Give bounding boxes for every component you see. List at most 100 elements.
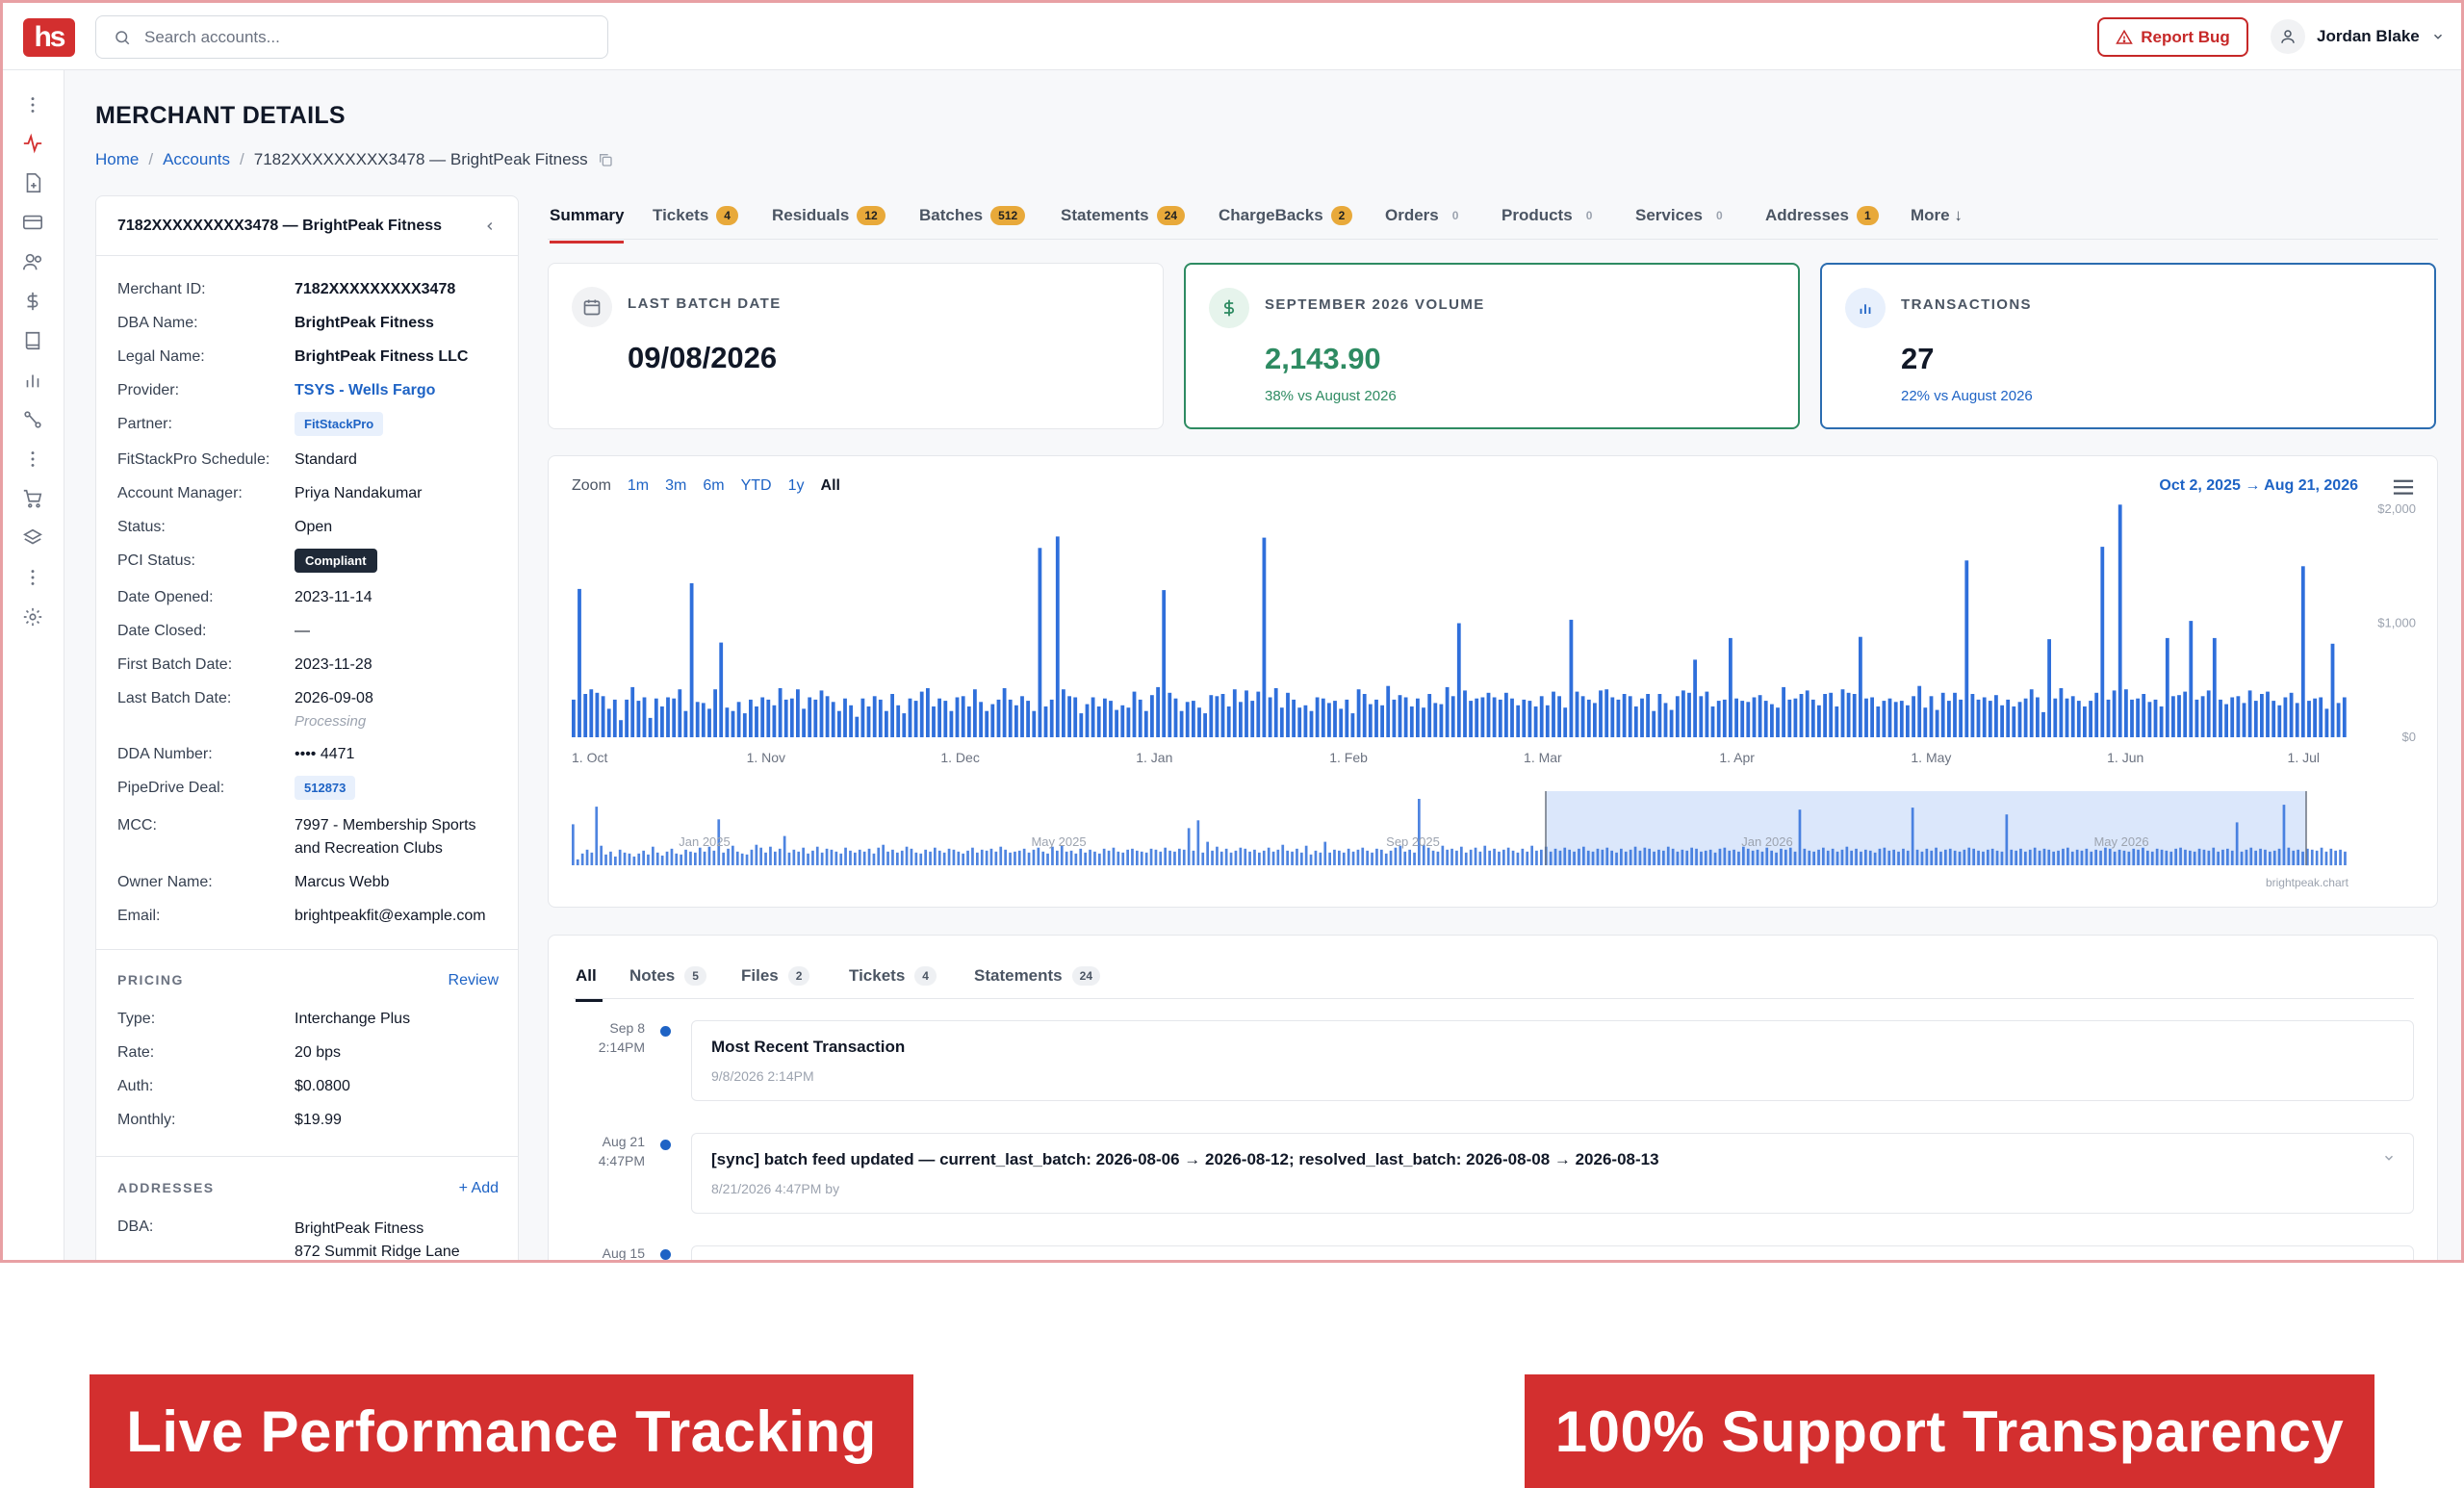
chart-bar (1197, 707, 1201, 737)
email-value[interactable]: brightpeakfit@example.com (295, 908, 486, 925)
zoom-6m[interactable]: 6m (703, 477, 724, 495)
pipedrive-chip[interactable]: 512873 (295, 776, 356, 800)
chart-bar (1416, 698, 1420, 737)
chart-bar (1143, 710, 1148, 737)
user-menu[interactable]: Jordan Blake (2271, 17, 2445, 56)
tab-addresses[interactable]: Addresses 1 (1765, 199, 1879, 232)
chart-bar (1456, 623, 1461, 737)
activity-tab-files[interactable]: Files 2 (741, 966, 810, 986)
chart-bar (808, 697, 812, 737)
tab-residuals[interactable]: Residuals 12 (772, 199, 886, 232)
chart-bar (1699, 696, 1704, 737)
breadcrumb-accounts[interactable]: Accounts (163, 150, 230, 169)
navigator-bar (1488, 850, 1491, 865)
navigator-bar (2075, 849, 2079, 865)
tab-services[interactable]: Services 0 (1635, 199, 1729, 232)
app-logo[interactable]: hs (23, 18, 75, 57)
more-vertical-icon[interactable] (21, 448, 44, 471)
navigator-bar (1535, 850, 1538, 865)
breadcrumb-home[interactable]: Home (95, 150, 139, 169)
navigator-bar (1502, 849, 1505, 865)
navigator-bar (1897, 851, 1900, 865)
tab-batches[interactable]: Batches 512 (919, 199, 1026, 232)
chevron-left-icon[interactable] (483, 219, 497, 233)
chart-bar (1168, 692, 1172, 737)
timeline-item[interactable] (691, 1245, 2414, 1260)
navigator-bar (1004, 849, 1007, 865)
dollar-icon[interactable] (21, 290, 44, 313)
tab-summary[interactable]: Summary (550, 199, 625, 244)
activity-icon[interactable] (21, 132, 44, 155)
breadcrumb-separator: / (240, 150, 244, 168)
tab-statements[interactable]: Statements 24 (1061, 199, 1185, 232)
partner-chip[interactable]: FitStackPro (295, 412, 384, 436)
navigator-bar (1498, 851, 1501, 865)
chevron-down-icon[interactable] (2382, 1151, 2396, 1165)
pricing-review-link[interactable]: Review (449, 972, 499, 989)
chart-bar (1433, 703, 1438, 737)
copy-icon[interactable] (598, 152, 613, 167)
navigator-bar (1144, 852, 1148, 865)
chart-bar (1716, 701, 1721, 737)
zoom-1y[interactable]: 1y (788, 477, 805, 495)
report-bug-button[interactable]: Report Bug (2097, 17, 2248, 57)
volume-chart[interactable]: $2,000 $1,000 $0 1. Oct 1. Nov 1. Dec 1. Jan 1.… (549, 456, 2437, 907)
more-vertical-icon[interactable] (21, 93, 44, 116)
chart-bar (1552, 691, 1555, 737)
navigator-bar (778, 848, 782, 866)
pipedrive-value[interactable]: 512873 (295, 776, 356, 800)
navigator-bar (811, 850, 814, 865)
credit-card-icon[interactable] (21, 211, 44, 234)
zoom-all[interactable]: All (821, 477, 840, 495)
settings-icon[interactable] (21, 605, 44, 629)
layers-icon[interactable] (21, 526, 44, 550)
mcc-label: MCC: (117, 817, 157, 834)
search-input[interactable] (144, 27, 568, 47)
activity-tab-all[interactable]: All (576, 966, 603, 1002)
navigator-bar (2000, 851, 2004, 865)
tab-label: More ↓ (1911, 206, 1963, 224)
navigator-bar (1855, 848, 1858, 866)
chart-bar (1628, 696, 1632, 737)
file-plus-icon[interactable] (21, 171, 44, 194)
route-icon[interactable] (21, 408, 44, 431)
add-address-link[interactable]: + Add (459, 1180, 499, 1197)
navigator-tick-label: Jan 2025 (679, 834, 731, 849)
tab-more[interactable]: More ↓ (1911, 199, 1963, 232)
tab-chargebacks[interactable]: ChargeBacks 2 (1219, 199, 1353, 232)
navigator-bar (1873, 852, 1877, 865)
navigator-bar (675, 853, 679, 865)
provider-link[interactable]: TSYS - Wells Fargo (295, 382, 435, 399)
navigator-bar (1342, 852, 1346, 865)
activity-tab-notes[interactable]: Notes 5 (629, 966, 706, 986)
dda-value: •••• 4471 (295, 746, 355, 762)
chart-bar (2053, 698, 2058, 737)
zoom-ytd[interactable]: YTD (741, 477, 772, 495)
tab-count-badge: 0 (1585, 209, 1593, 222)
zoom-1m[interactable]: 1m (628, 477, 649, 495)
navigator-bar (1022, 848, 1026, 866)
users-icon[interactable] (21, 250, 44, 273)
zoom-3m[interactable]: 3m (665, 477, 686, 495)
chart-bar (1970, 694, 1975, 737)
bar-chart-icon[interactable] (21, 369, 44, 392)
book-icon[interactable] (21, 329, 44, 352)
tab-products[interactable]: Products 0 (1502, 199, 1598, 232)
activity-tab-statements[interactable]: Statements 24 (974, 966, 1100, 986)
chart-bar (1220, 694, 1225, 737)
tab-tickets[interactable]: Tickets 4 (653, 199, 738, 232)
timeline-item[interactable]: [sync] batch feed updated — current_last… (691, 1133, 2414, 1214)
search-box[interactable] (95, 15, 608, 59)
hamburger-menu-icon[interactable] (2393, 477, 2414, 497)
partner-value[interactable]: FitStackPro (295, 412, 384, 436)
timeline-item[interactable]: Most Recent Transaction 9/8/2026 2:14PM (691, 1020, 2414, 1101)
tab-orders[interactable]: Orders 0 (1385, 199, 1464, 232)
chart-bar (932, 706, 936, 737)
pipedrive-label: PipeDrive Deal: (117, 780, 225, 796)
navigator-bar (2297, 849, 2299, 865)
more-vertical-icon[interactable] (21, 566, 44, 589)
date-range[interactable]: Oct 2, 2025 → Aug 21, 2026 (2159, 477, 2358, 495)
cart-icon[interactable] (21, 487, 44, 510)
navigator-bar (1860, 851, 1862, 865)
activity-tab-tickets[interactable]: Tickets 4 (849, 966, 937, 986)
